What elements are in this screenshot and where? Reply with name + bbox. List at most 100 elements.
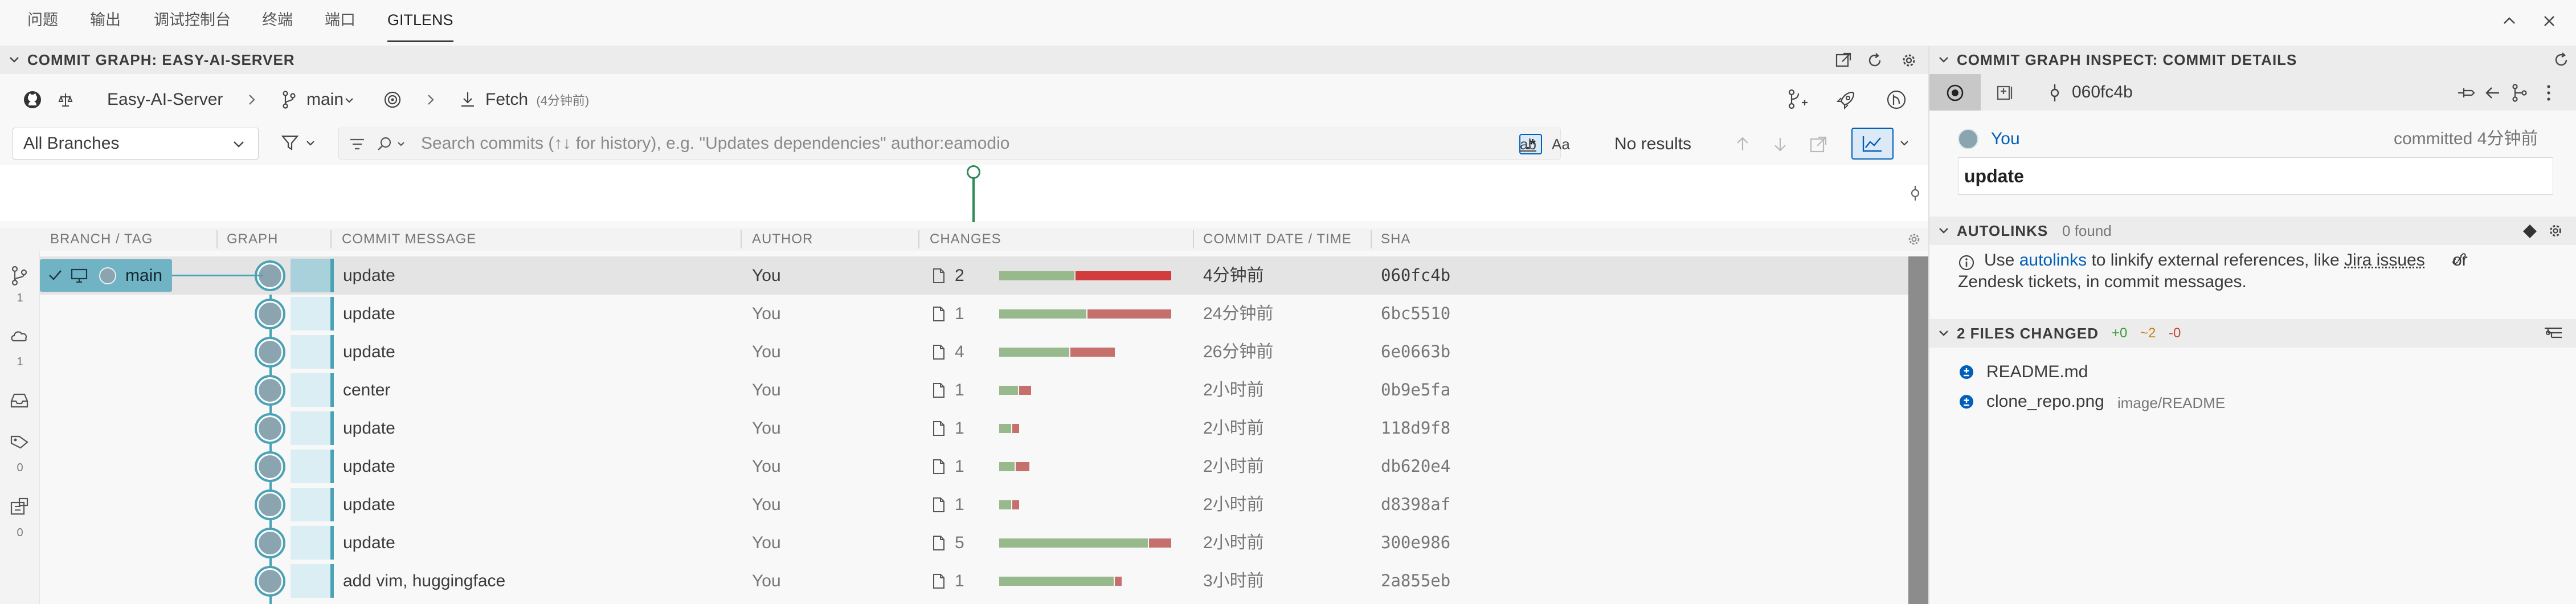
fetch-button[interactable]: Fetch (4分钟前) bbox=[485, 74, 589, 126]
table-row[interactable]: update You 1 2小时前 d8398af bbox=[40, 485, 1908, 524]
table-row[interactable]: update You 4 26分钟前 6e0663b bbox=[40, 333, 1908, 371]
compare-icon[interactable] bbox=[2510, 83, 2529, 103]
file-item[interactable]: clone_repo.png image/README bbox=[1958, 387, 2562, 416]
stash-inbox-icon[interactable] bbox=[9, 392, 30, 409]
branch-ref-label[interactable]: main bbox=[40, 259, 172, 292]
table-row[interactable]: update You 1 2小时前 db620e4 bbox=[40, 447, 1908, 485]
fetch-label: Fetch bbox=[485, 90, 529, 109]
column-header-sha[interactable]: SHA bbox=[1381, 228, 1410, 251]
arrow-down-icon[interactable] bbox=[1772, 136, 1789, 153]
column-header-branch[interactable]: BRANCH / TAG bbox=[50, 228, 153, 251]
chevron-down-icon[interactable] bbox=[1899, 139, 1909, 148]
branch-filter-select[interactable]: All Branches bbox=[13, 128, 259, 160]
gear-icon[interactable] bbox=[2547, 222, 2564, 239]
repo-selector[interactable]: Easy-AI-Server bbox=[107, 74, 223, 125]
target-icon[interactable] bbox=[383, 90, 402, 109]
table-row[interactable]: update You 2 4分钟前 060fc4b bbox=[40, 256, 1908, 295]
close-panel-icon[interactable] bbox=[2541, 13, 2558, 30]
chevron-down-icon[interactable] bbox=[397, 141, 405, 148]
column-header-date[interactable]: COMMIT DATE / TIME bbox=[1203, 228, 1352, 251]
tab-gitlens[interactable]: GITLENS bbox=[387, 0, 453, 42]
worktree-icon[interactable] bbox=[9, 497, 30, 516]
changes-removed-bar bbox=[1012, 500, 1019, 509]
table-row[interactable]: update You 1 24分钟前 6bc5510 bbox=[40, 295, 1908, 333]
commit-rows: main update You 2 4分钟前 060fc4b update You 1 24分钟… bbox=[40, 256, 1908, 604]
commit-node-avatar[interactable] bbox=[255, 528, 285, 558]
column-header-graph[interactable]: GRAPH bbox=[227, 228, 278, 251]
column-settings-gear-icon[interactable] bbox=[1906, 231, 1922, 247]
commit-message: update bbox=[1964, 166, 2024, 186]
list-filter-icon[interactable] bbox=[349, 137, 365, 151]
diamond-icon[interactable] bbox=[2522, 223, 2538, 239]
table-row[interactable]: update You 5 2小时前 300e986 bbox=[40, 524, 1908, 562]
open-results-icon[interactable] bbox=[1809, 136, 1827, 154]
tag-icon[interactable] bbox=[9, 433, 30, 450]
chevron-down-icon bbox=[1937, 225, 1950, 237]
commit-node-avatar[interactable] bbox=[255, 489, 285, 520]
commit-node-avatar[interactable] bbox=[255, 337, 285, 368]
row-lane-marker bbox=[330, 335, 334, 369]
author-link[interactable]: You bbox=[1991, 125, 2020, 153]
more-actions-icon[interactable] bbox=[2545, 83, 2553, 103]
commit-sha[interactable]: 060fc4b bbox=[2072, 74, 2133, 111]
refresh-icon[interactable] bbox=[1866, 51, 1884, 70]
tab-terminal[interactable]: 终端 bbox=[262, 0, 293, 43]
changes-removed-bar bbox=[1087, 309, 1171, 319]
inspect-section-header[interactable]: COMMIT GRAPH INSPECT: COMMIT DETAILS bbox=[1929, 46, 2576, 74]
commit-details-tab[interactable] bbox=[1929, 74, 1981, 111]
maximize-panel-icon[interactable] bbox=[2501, 13, 2518, 30]
commit-message-box[interactable]: update bbox=[1958, 157, 2553, 195]
match-case-toggle[interactable]: Aa bbox=[1552, 125, 1570, 163]
graph-row-highlight bbox=[291, 564, 330, 598]
arrow-left-icon[interactable] bbox=[2484, 84, 2501, 101]
commit-graph-section-header[interactable]: COMMIT GRAPH: EASY-AI-SERVER bbox=[0, 46, 1928, 74]
column-header-author[interactable]: AUTHOR bbox=[752, 228, 813, 251]
open-in-editor-icon[interactable] bbox=[1834, 51, 1853, 70]
tab-debug-console[interactable]: 调试控制台 bbox=[154, 0, 231, 43]
rocket-icon[interactable] bbox=[1835, 89, 1857, 111]
commit-node-avatar[interactable] bbox=[255, 299, 285, 329]
table-row[interactable]: center You 1 2小时前 0b9e5fa bbox=[40, 371, 1908, 409]
column-header-message[interactable]: COMMIT MESSAGE bbox=[342, 228, 476, 251]
graph-vertical-scrollbar[interactable] bbox=[1908, 256, 1928, 604]
tab-ports[interactable]: 端口 bbox=[325, 0, 355, 43]
branches-icon[interactable] bbox=[10, 266, 28, 286]
commit-node-avatar[interactable] bbox=[255, 375, 285, 406]
working-changes-icon[interactable] bbox=[1996, 83, 2016, 103]
branch-selector[interactable]: main bbox=[306, 74, 344, 125]
launchpad-icon[interactable] bbox=[1886, 89, 1907, 111]
pin-icon[interactable] bbox=[2457, 84, 2475, 101]
match-whole-word-toggle[interactable]: ab bbox=[1520, 125, 1536, 163]
search-icon[interactable] bbox=[377, 136, 392, 152]
filter-icon[interactable] bbox=[280, 133, 301, 153]
changes-removed-bar bbox=[1019, 386, 1031, 395]
files-changed-section-header[interactable]: 2 FILES CHANGED +0 ~2 -0 bbox=[1929, 319, 2576, 348]
file-item[interactable]: README.md bbox=[1958, 358, 2562, 386]
gear-icon[interactable] bbox=[1900, 51, 1918, 70]
autolinks-link[interactable]: autolinks bbox=[2019, 251, 2087, 270]
commit-author: You bbox=[752, 381, 781, 399]
git-branch-plus-icon[interactable] bbox=[1786, 88, 1809, 111]
commit-node-avatar[interactable] bbox=[255, 413, 285, 444]
jira-issues-link[interactable]: Jira issues bbox=[2344, 251, 2425, 270]
github-icon[interactable] bbox=[23, 90, 42, 109]
graph-minimap[interactable] bbox=[0, 165, 1928, 222]
minimap-toggle-button[interactable] bbox=[1851, 128, 1894, 160]
commit-node-avatar[interactable] bbox=[255, 566, 285, 597]
autolinks-info-text: Use autolinks to linkify external refere… bbox=[1958, 250, 2562, 293]
chevron-down-icon bbox=[8, 54, 21, 66]
commit-node-avatar[interactable] bbox=[255, 451, 285, 482]
cloud-icon[interactable] bbox=[9, 327, 30, 344]
autolinks-section-header[interactable]: AUTOLINKS 0 found bbox=[1929, 217, 2576, 245]
refresh-icon[interactable] bbox=[2553, 51, 2570, 68]
chevron-down-icon[interactable] bbox=[305, 139, 316, 148]
git-branch-icon bbox=[280, 90, 297, 109]
tab-problems[interactable]: 问题 bbox=[27, 0, 58, 43]
column-header-changes[interactable]: CHANGES bbox=[930, 228, 1001, 251]
arrow-up-icon[interactable] bbox=[1734, 136, 1751, 153]
search-input[interactable]: Search commits (↑↓ for history), e.g. "U… bbox=[421, 128, 1009, 159]
table-row[interactable]: update You 1 2小时前 118d9f8 bbox=[40, 409, 1908, 447]
tab-output[interactable]: 输出 bbox=[90, 0, 121, 43]
table-row[interactable]: add vim, huggingface You 1 3小时前 2a855eb bbox=[40, 562, 1908, 600]
view-as-tree-icon[interactable] bbox=[2544, 326, 2563, 342]
